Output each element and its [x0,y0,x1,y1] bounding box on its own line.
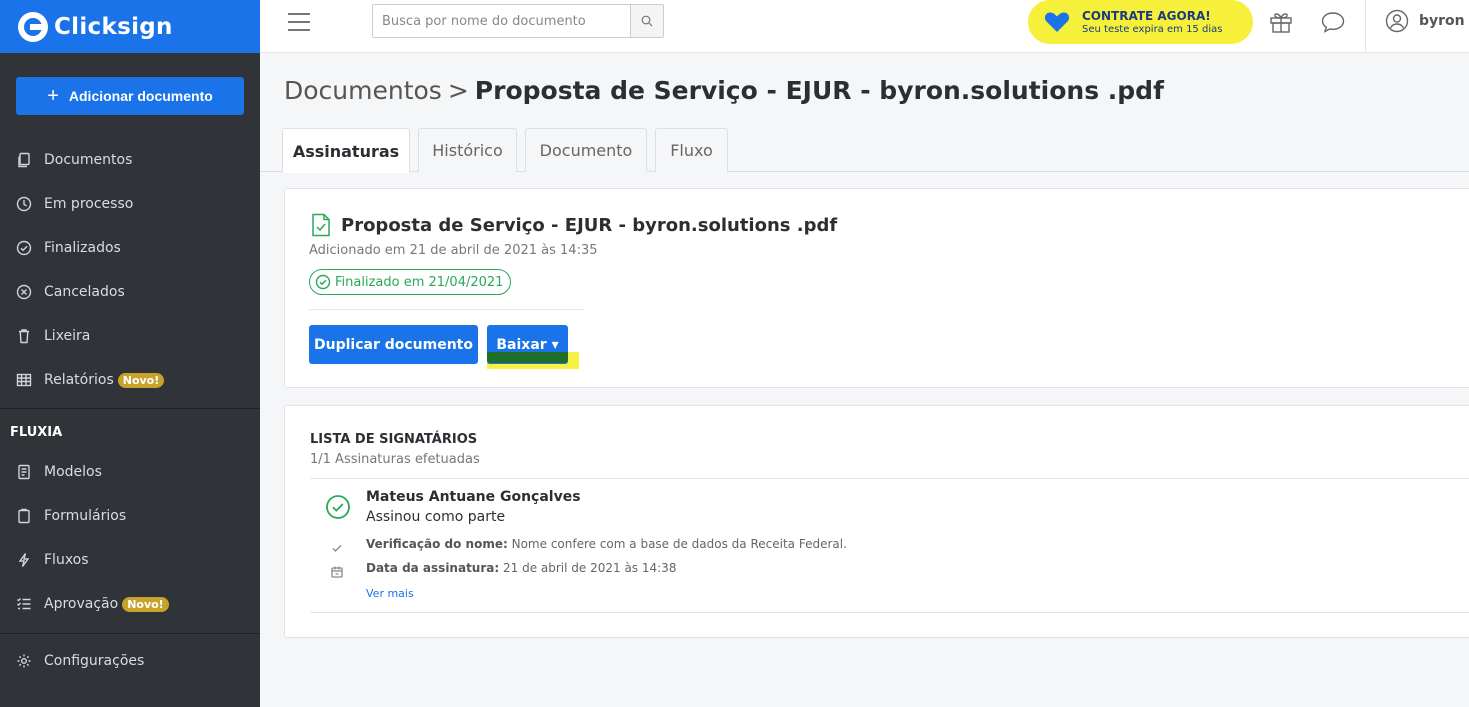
document-title: Proposta de Serviço - EJUR - byron.solut… [341,215,838,236]
search-input[interactable] [373,5,630,37]
sidebar-divider [0,633,260,634]
user-avatar-icon [1385,9,1409,33]
breadcrumb-current: Proposta de Serviço - EJUR - byron.solut… [474,76,1164,105]
see-more-link[interactable]: Ver mais [366,587,414,600]
search-icon [641,15,653,27]
gift-button[interactable] [1268,9,1294,35]
topbar-divider [1365,0,1366,53]
verification-label: Verificação do nome: [366,537,508,551]
sidebar-item-fluxos[interactable]: Fluxos [0,538,260,582]
trash-icon [19,329,29,344]
cta-subtitle: Seu teste expira em 15 dias [1082,24,1223,35]
status-label: Finalizado em 21/04/2021 [335,274,504,290]
signature-date-row: Data da assinatura: 21 de abril de 2021 … [366,561,676,575]
contract-now-button[interactable]: CONTRATE AGORA! Seu teste expira em 15 d… [1028,0,1253,44]
sidebar-item-aprovacao[interactable]: Aprovação Novo! [0,582,260,626]
gift-icon [1270,13,1292,33]
sidebar-item-label: Formulários [44,508,127,524]
user-name: byron [1419,13,1465,29]
chat-bubble-icon [1321,12,1345,33]
sidebar-item-label: Fluxos [44,552,89,568]
signers-list-title: LISTA DE SIGNATÁRIOS [310,432,478,447]
template-icon [18,464,30,480]
checkmark-icon [330,540,344,554]
duplicate-document-button[interactable]: Duplicar documento [309,325,478,364]
new-badge: Novo! [122,596,169,612]
clipboard-icon [18,508,30,524]
breadcrumb: Documentos > Proposta de Serviço - EJUR - … [284,76,1164,105]
logo-text: Clicksign [54,13,173,40]
cta-title: CONTRATE AGORA! [1082,9,1211,23]
topbar: CONTRATE AGORA! Seu teste expira em 15 d… [260,0,1469,53]
signed-check-icon [326,495,350,519]
add-document-label: Adicionar documento [68,88,213,104]
sidebar: Clicksign + Adicionar documento Document… [0,0,260,707]
sidebar-item-finalizados[interactable]: Finalizados [0,226,260,270]
search-button[interactable] [630,5,663,37]
check-circle-icon [16,240,32,256]
sidebar-item-label: Configurações [44,653,145,669]
signers-count: 1/1 Assinaturas efetuadas [310,452,480,467]
sidebar-item-label: Finalizados [44,240,121,256]
sidebar-item-cancelados[interactable]: Cancelados [0,270,260,314]
chat-button[interactable] [1320,9,1346,35]
sidebar-item-label: Aprovação [44,596,119,612]
signer-role: Assinou como parte [366,509,506,525]
clicksign-logo-icon [18,11,48,42]
name-verification-row: Verificação do nome: Nome confere com a … [366,537,847,551]
card-divider [309,309,584,310]
sidebar-item-label: Documentos [44,152,133,168]
sidebar-item-formularios[interactable]: Formulários [0,494,260,538]
document-added-date: Adicionado em 21 de abril de 2021 às 14:… [309,243,598,258]
sidebar-item-label: Relatórios [44,372,114,388]
new-badge: Novo! [117,372,165,388]
list-divider [310,478,1469,479]
bolt-icon [18,553,30,567]
verification-value: Nome confere com a base de dados da Rece… [511,537,847,551]
check-circle-icon [315,274,331,290]
tab-documento[interactable]: Documento [525,128,647,172]
signature-date-value: 21 de abril de 2021 às 14:38 [503,561,677,575]
calendar-icon [330,564,344,578]
sidebar-divider [0,408,260,409]
status-badge: Finalizado em 21/04/2021 [309,269,512,295]
sidebar-item-configuracoes[interactable]: Configurações [0,639,260,683]
sidebar-item-em-processo[interactable]: Em processo [0,182,260,226]
sidebar-item-documentos[interactable]: Documentos [0,138,260,182]
logo-bar[interactable]: Clicksign [0,0,260,53]
sidebar-item-lixeira[interactable]: Lixeira [0,314,260,358]
tab-fluxo[interactable]: Fluxo [655,128,728,172]
breadcrumb-documentos-link[interactable]: Documentos [284,76,442,105]
sidebar-item-label: Em processo [44,196,134,212]
documents-icon [18,152,30,168]
table-icon [16,373,32,387]
tab-assinaturas[interactable]: Assinaturas [282,128,410,173]
signer-name: Mateus Antuane Gonçalves [366,489,581,505]
clock-icon [16,196,32,212]
sidebar-item-label: Modelos [44,464,102,480]
heart-icon [1044,12,1070,32]
menu-icon[interactable] [288,13,310,31]
sidebar-item-modelos[interactable]: Modelos [0,450,260,494]
document-check-icon [312,213,330,237]
tab-historico[interactable]: Histórico [418,128,517,172]
plus-icon: + [47,85,59,107]
signature-date-label: Data da assinatura: [366,561,500,575]
sidebar-item-relatorios[interactable]: Relatórios Novo! [0,358,260,402]
highlight-underline-mark [487,352,568,363]
add-document-button[interactable]: + Adicionar documento [16,77,244,115]
search-box [372,4,664,38]
sidebar-item-label: Lixeira [44,328,91,344]
sidebar-section-title: FLUXIA [10,425,63,440]
gear-icon [17,654,31,668]
x-circle-icon [16,284,32,300]
breadcrumb-separator: > [447,76,469,105]
user-menu[interactable]: byron [1385,9,1465,33]
checklist-icon [17,598,31,610]
list-divider [310,612,1469,613]
sidebar-item-label: Cancelados [44,284,125,300]
